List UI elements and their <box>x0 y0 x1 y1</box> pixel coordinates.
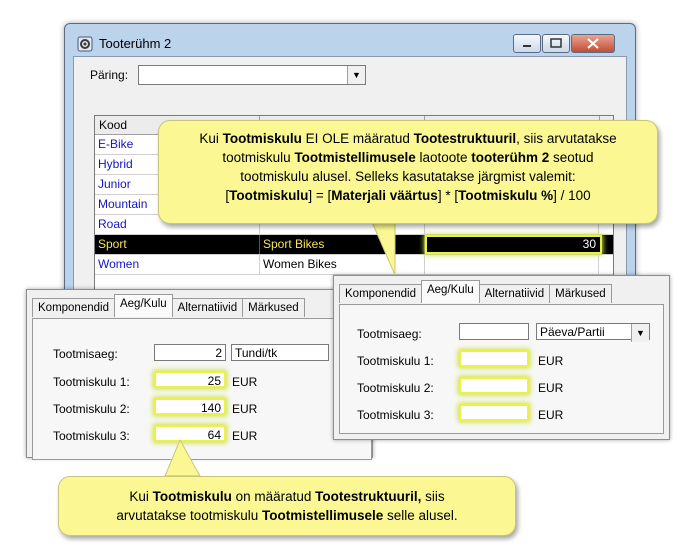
callout-line: tootmiskulu alusel. Selleks kasutatakse … <box>240 169 576 184</box>
tab-time-cost[interactable]: Aeg/Kulu <box>113 294 173 317</box>
callout-line: Kui Tootmiskulu EI OLE määratud Tootestr… <box>199 131 617 146</box>
callout-line: tootmiskulu Tootmistellimusele laotoote … <box>222 150 594 165</box>
top-callout-tail <box>371 221 396 276</box>
callout-line: arvutatakse tootmiskulu Tootmistellimuse… <box>116 508 458 523</box>
callout-formula: [Tootmiskulu] = [Materjali väärtus] * [T… <box>225 188 591 203</box>
top-info-callout: Kui Tootmiskulu EI OLE määratud Tootestr… <box>158 120 658 224</box>
tab-time-cost[interactable]: Aeg/Kulu <box>420 280 480 303</box>
bottom-info-callout: Kui Tootmiskulu on määratud Tootestruktu… <box>58 476 516 536</box>
bottom-callout-tail <box>164 438 201 477</box>
callout-line: Kui Tootmiskulu on määratud Tootestruktu… <box>129 489 445 504</box>
callout-tails <box>164 221 396 477</box>
